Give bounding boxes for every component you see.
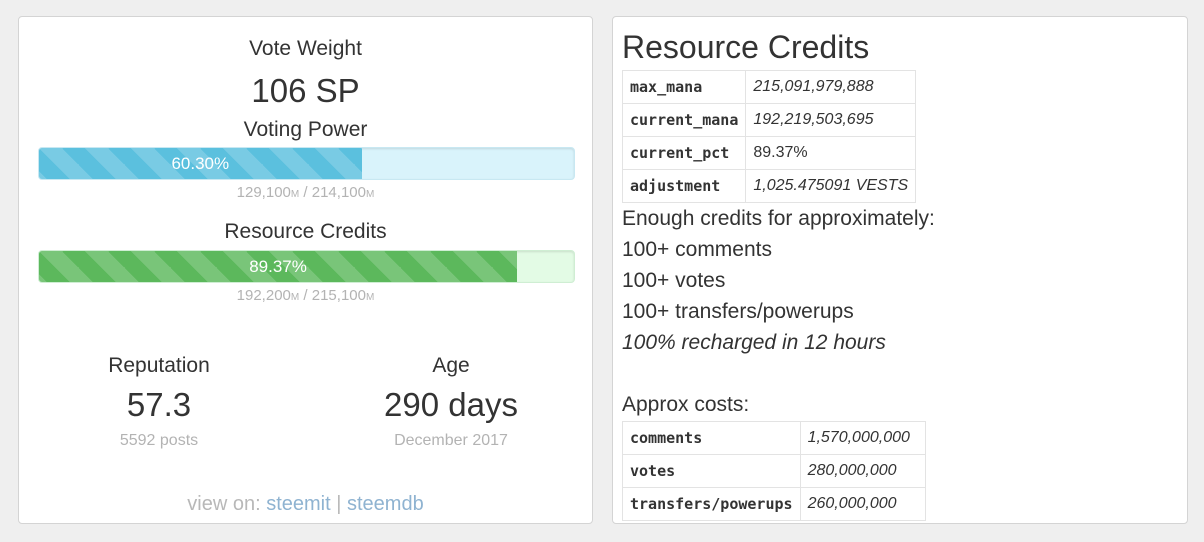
voting-power-progress-bar: 60.30% bbox=[38, 147, 575, 180]
vote-weight-title: Vote Weight bbox=[249, 37, 362, 60]
table-key: comments bbox=[622, 421, 801, 455]
table-key: adjustment bbox=[621, 169, 747, 203]
table-row: adjustment 1,025.475091 VESTS bbox=[621, 169, 917, 203]
approx-costs-heading: Approx costs: bbox=[622, 393, 750, 416]
resource-credits-total: 215,100 bbox=[311, 287, 366, 304]
resource-credits-heading: Resource Credits bbox=[622, 29, 870, 65]
costs-table: comments 1,570,000,000 votes 280,000,000… bbox=[622, 421, 926, 521]
voting-power-percent: 60.30% bbox=[171, 153, 230, 173]
voting-power-used-unit: M bbox=[290, 189, 300, 200]
steemit-link[interactable]: steemit bbox=[266, 493, 330, 515]
age-title: Age bbox=[432, 354, 470, 377]
steemdb-link[interactable]: steemdb bbox=[347, 493, 424, 515]
reputation-value: 57.3 bbox=[126, 386, 192, 423]
voting-power-mana: 129,100M / 214,100M bbox=[19, 184, 592, 201]
voting-power-fill: 60.30% bbox=[39, 148, 362, 179]
link-separator: | bbox=[330, 493, 347, 515]
table-row: current_pct 89.37% bbox=[621, 136, 917, 170]
voting-power-title: Voting Power bbox=[243, 118, 368, 141]
table-value: 1,570,000,000 bbox=[799, 421, 926, 455]
table-key: transfers/powerups bbox=[622, 487, 801, 521]
table-value: 192,219,503,695 bbox=[745, 103, 917, 137]
join-date: December 2017 bbox=[394, 432, 508, 449]
voting-power-separator: / bbox=[299, 184, 312, 201]
table-value: 89.37% bbox=[745, 136, 917, 170]
table-row: votes 280,000,000 bbox=[622, 454, 926, 488]
recharge-text: 100% recharged in 12 hours bbox=[622, 331, 886, 354]
table-value: 1,025.475091 VESTS bbox=[745, 169, 917, 203]
resource-credits-used: 192,200 bbox=[236, 287, 291, 304]
view-on-label: view on: bbox=[187, 493, 267, 515]
transfers-estimate: 100+ transfers/powerups bbox=[622, 300, 854, 323]
resource-credits-used-unit: M bbox=[290, 292, 300, 303]
mana-table: max_mana 215,091,979,888 current_mana 19… bbox=[621, 70, 917, 203]
age-value: 290 days bbox=[384, 386, 518, 423]
table-value: 260,000,000 bbox=[799, 487, 926, 521]
enough-credits-text: Enough credits for approximately: bbox=[622, 207, 935, 230]
table-row: transfers/powerups 260,000,000 bbox=[622, 487, 926, 521]
table-key: votes bbox=[622, 454, 801, 488]
resource-credits-percent: 89.37% bbox=[249, 256, 307, 276]
table-row: current_mana 192,219,503,695 bbox=[621, 103, 917, 137]
reputation-title: Reputation bbox=[108, 354, 210, 377]
account-summary-card: Vote Weight 106 SP Voting Power 60.30% 1… bbox=[18, 16, 593, 524]
vote-weight-value: 106 SP bbox=[251, 72, 360, 109]
table-key: current_mana bbox=[621, 103, 747, 137]
post-count: 5592 posts bbox=[119, 432, 199, 449]
table-key: max_mana bbox=[621, 70, 747, 104]
resource-credits-card: Resource Credits max_mana 215,091,979,88… bbox=[612, 16, 1188, 524]
resource-credits-title: Resource Credits bbox=[224, 220, 387, 243]
voting-power-used: 129,100 bbox=[236, 184, 291, 201]
age-stat: Age 290 days December 2017 bbox=[311, 354, 591, 450]
table-key: current_pct bbox=[621, 136, 747, 170]
view-on-links: view on: steemit | steemdb bbox=[19, 493, 592, 516]
resource-credits-fill: 89.37% bbox=[39, 251, 518, 282]
resource-credits-separator: / bbox=[299, 287, 312, 304]
table-value: 280,000,000 bbox=[799, 454, 926, 488]
votes-estimate: 100+ votes bbox=[622, 269, 726, 292]
table-value: 215,091,979,888 bbox=[745, 70, 917, 104]
voting-power-total-unit: M bbox=[365, 189, 375, 200]
table-row: comments 1,570,000,000 bbox=[622, 421, 926, 455]
comments-estimate: 100+ comments bbox=[622, 238, 772, 261]
resource-credits-mana: 192,200M / 215,100M bbox=[19, 287, 592, 304]
voting-power-total: 214,100 bbox=[311, 184, 366, 201]
reputation-stat: Reputation 57.3 5592 posts bbox=[19, 354, 299, 450]
resource-credits-total-unit: M bbox=[365, 292, 375, 303]
table-row: max_mana 215,091,979,888 bbox=[621, 70, 917, 104]
resource-credits-progress-bar: 89.37% bbox=[38, 250, 575, 283]
